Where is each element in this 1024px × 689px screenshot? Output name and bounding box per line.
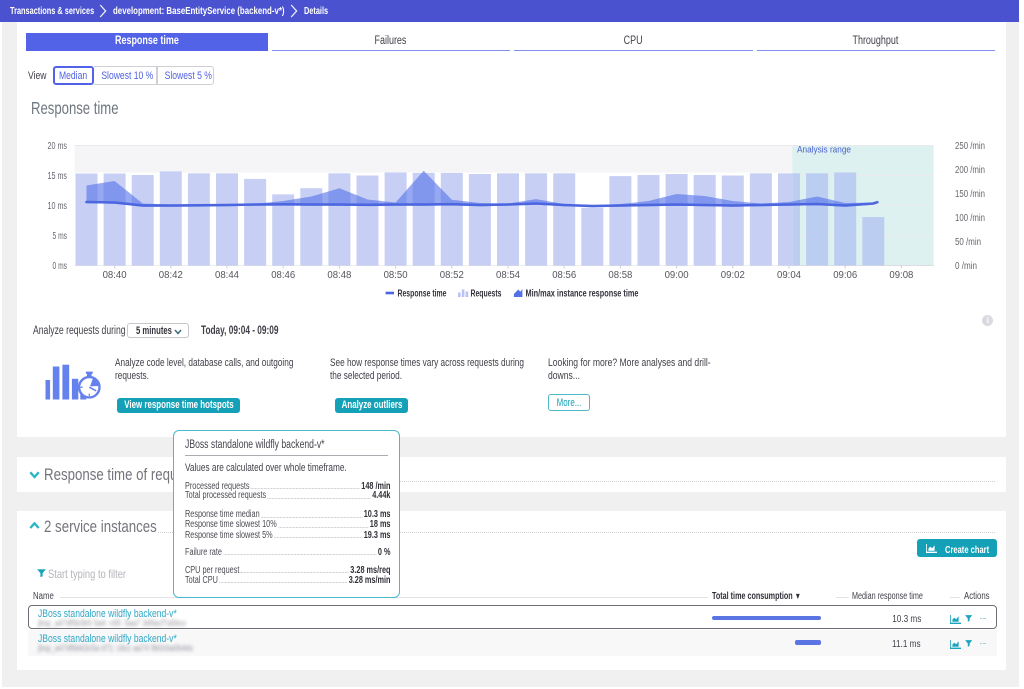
svg-text:Min/max instance response time: Min/max instance response time [526,288,639,300]
svg-text:08:58: 08:58 [608,270,632,281]
svg-text:250 /min: 250 /min [955,141,985,152]
svg-text:200 /min: 200 /min [955,165,985,176]
svg-text:100 /min: 100 /min [955,213,985,224]
svg-text:08:52: 08:52 [440,270,464,281]
svg-text:08:40: 08:40 [103,270,127,281]
svg-text:15 ms: 15 ms [48,171,68,182]
svg-text:09:08: 09:08 [889,270,913,281]
svg-text:Response time: Response time [398,288,447,300]
svg-text:08:50: 08:50 [384,270,408,281]
svg-text:09:02: 09:02 [721,270,745,281]
svg-text:08:48: 08:48 [327,270,351,281]
svg-text:08:44: 08:44 [215,270,239,281]
svg-text:150 /min: 150 /min [955,189,985,200]
svg-text:0 /min: 0 /min [955,261,977,272]
svg-text:Analysis range: Analysis range [797,145,851,156]
svg-text:20 ms: 20 ms [48,141,68,152]
svg-text:09:06: 09:06 [833,270,857,281]
svg-text:08:54: 08:54 [496,270,520,281]
svg-text:5 ms: 5 ms [53,231,68,242]
svg-text:10 ms: 10 ms [48,201,68,212]
svg-text:Requests: Requests [471,288,502,300]
svg-text:09:04: 09:04 [777,270,801,281]
svg-text:08:46: 08:46 [271,270,295,281]
svg-text:50 /min: 50 /min [955,237,981,248]
svg-text:08:56: 08:56 [552,270,576,281]
svg-text:09:00: 09:00 [665,270,689,281]
svg-text:0 ms: 0 ms [53,261,68,272]
svg-text:08:42: 08:42 [159,270,183,281]
